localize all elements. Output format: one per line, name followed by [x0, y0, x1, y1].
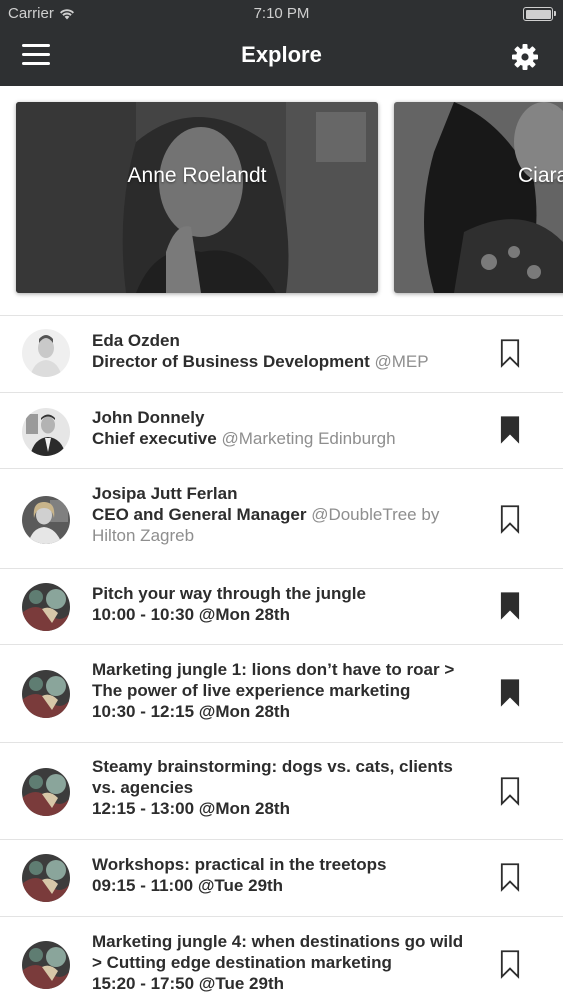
speaker-photo	[394, 102, 563, 293]
avatar	[22, 496, 70, 544]
item-title: Steamy brainstorming: dogs vs. cats, cli…	[92, 757, 453, 797]
bookmark-outline-icon[interactable]	[500, 776, 520, 806]
item-title: Marketing jungle 1: lions don’t have to …	[92, 660, 455, 700]
item-time: 10:30 - 12:15 @Mon 28th	[92, 702, 290, 721]
bookmark-filled-icon[interactable]	[500, 678, 520, 708]
list-item[interactable]: Pitch your way through the jungle 10:00 …	[0, 569, 563, 645]
item-title: Workshops: practical in the treetops	[92, 855, 387, 874]
list-item[interactable]: Marketing jungle 4: when destinations go…	[0, 917, 563, 1000]
item-role: CEO and General Manager	[92, 505, 307, 524]
item-title: Eda Ozden	[92, 331, 180, 350]
nav-bar: Explore	[0, 28, 563, 86]
speaker-name: Anne Roelandt	[127, 164, 267, 187]
list-item[interactable]: Josipa Jutt Ferlan CEO and General Manag…	[0, 469, 563, 569]
status-bar: Carrier 7:10 PM	[0, 0, 563, 28]
item-time: 12:15 - 13:00 @Mon 28th	[92, 799, 290, 818]
item-time: 09:15 - 11:00 @Tue 29th	[92, 876, 284, 895]
page-title: Explore	[241, 42, 322, 67]
avatar	[22, 583, 70, 631]
bookmark-filled-icon[interactable]	[500, 415, 520, 445]
speaker-card[interactable]: Anne Roelandt	[16, 102, 378, 293]
item-title: Josipa Jutt Ferlan	[92, 484, 238, 503]
bookmark-outline-icon[interactable]	[500, 862, 520, 892]
bookmark-outline-icon[interactable]	[500, 338, 520, 368]
item-time: 10:00 - 10:30 @Mon 28th	[92, 605, 290, 624]
list-item[interactable]: Marketing jungle 1: lions don’t have to …	[0, 645, 563, 743]
status-time: 7:10 PM	[253, 5, 310, 22]
list-item[interactable]: John Donnely Chief executive @Marketing …	[0, 393, 563, 469]
avatar	[22, 768, 70, 816]
gear-icon[interactable]	[511, 43, 539, 71]
list-item[interactable]: Workshops: practical in the treetops 09:…	[0, 840, 563, 917]
avatar	[22, 941, 70, 989]
bookmark-filled-icon[interactable]	[500, 591, 520, 621]
avatar	[22, 854, 70, 902]
top-bar: Carrier 7:10 PM Explore	[0, 0, 563, 86]
item-org: @MEP	[374, 352, 429, 371]
avatar	[22, 408, 70, 456]
list-item[interactable]: Steamy brainstorming: dogs vs. cats, cli…	[0, 743, 563, 840]
item-role: Chief executive	[92, 429, 217, 448]
avatar	[22, 329, 70, 377]
list-item[interactable]: Eda Ozden Director of Business Developme…	[0, 316, 563, 393]
speaker-card[interactable]: Ciara	[394, 102, 563, 293]
item-title: Pitch your way through the jungle	[92, 584, 366, 603]
speaker-photo	[16, 102, 378, 293]
featured-speakers-carousel[interactable]: Anne Roelandt Ciara	[0, 86, 563, 316]
speaker-name: Ciara	[518, 164, 563, 187]
bookmark-outline-icon[interactable]	[500, 949, 520, 979]
battery-icon	[523, 7, 556, 21]
avatar	[22, 670, 70, 718]
item-time: 15:20 - 17:50 @Tue 29th	[92, 974, 285, 993]
item-title: Marketing jungle 4: when destinations go…	[92, 932, 464, 972]
bookmark-outline-icon[interactable]	[500, 504, 520, 534]
item-org: @Marketing Edinburgh	[221, 429, 396, 448]
explore-list: Eda Ozden Director of Business Developme…	[0, 316, 563, 1000]
item-role: Director of Business Development	[92, 352, 370, 371]
item-title: John Donnely	[92, 408, 205, 427]
